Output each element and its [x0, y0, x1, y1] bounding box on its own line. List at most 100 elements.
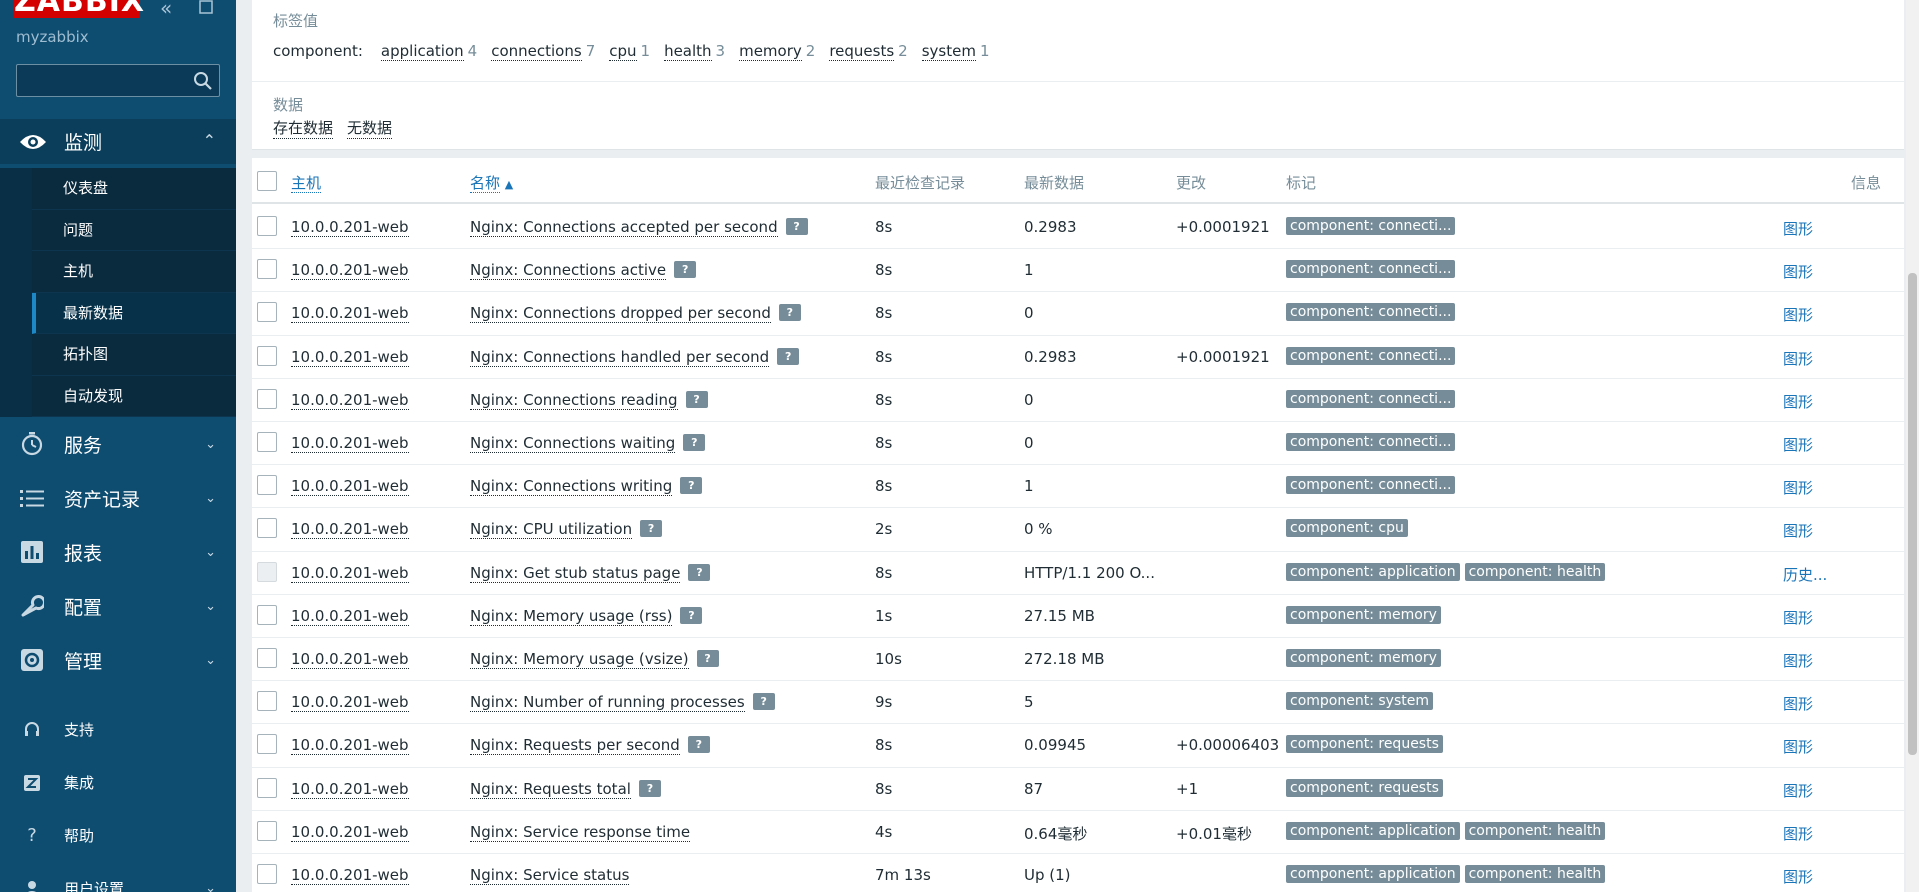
row-item-name[interactable]: Nginx: Connections reading? [470, 390, 708, 410]
row-host[interactable]: 10.0.0.201-web [291, 822, 409, 842]
row-graph-link[interactable]: 图形 [1783, 218, 1813, 239]
menu-configuration[interactable]: 配置 ⌄ [0, 579, 236, 633]
description-hint-icon[interactable]: ? [680, 606, 703, 624]
row-item-name[interactable]: Nginx: Number of running processes? [470, 693, 775, 713]
tag-value-connections[interactable]: connections 7 [491, 42, 595, 61]
row-item-name[interactable]: Nginx: Connections active? [470, 261, 697, 281]
row-checkbox[interactable] [257, 691, 277, 712]
menu-administration[interactable]: 管理 ⌄ [0, 633, 236, 687]
sidebar-search-input[interactable] [16, 64, 220, 97]
row-graph-link[interactable]: 图形 [1783, 391, 1813, 412]
submenu-item-problems[interactable]: 问题 [32, 209, 236, 251]
row-checkbox[interactable] [257, 388, 277, 409]
menu-reports[interactable]: 报表 ⌄ [0, 525, 236, 579]
row-host[interactable]: 10.0.0.201-web [291, 434, 409, 453]
row-graph-link[interactable]: 图形 [1783, 866, 1813, 887]
row-host[interactable]: 10.0.0.201-web [291, 261, 409, 281]
row-graph-link[interactable]: 图形 [1783, 477, 1813, 498]
submenu-item-hosts[interactable]: 主机 [32, 251, 236, 293]
tag-badge[interactable]: component: application [1286, 562, 1460, 581]
tag-badge[interactable]: component: health [1464, 562, 1606, 581]
menu-support[interactable]: 支持 [0, 703, 236, 756]
tag-badge[interactable]: component: health [1464, 865, 1606, 883]
select-all-checkbox[interactable] [257, 171, 277, 191]
submenu-item-discovery[interactable]: 自动发现 [32, 375, 236, 417]
row-graph-link[interactable]: 图形 [1783, 261, 1813, 282]
description-hint-icon[interactable]: ? [696, 650, 719, 667]
row-host[interactable]: 10.0.0.201-web [291, 520, 409, 540]
tag-badge[interactable]: component: requests [1286, 778, 1443, 797]
description-hint-icon[interactable]: ? [640, 520, 663, 538]
menu-services[interactable]: 服务 ⌄ [0, 417, 236, 471]
tag-value-health[interactable]: health 3 [664, 42, 725, 61]
menu-integrations[interactable]: 集成 [0, 756, 236, 809]
menu-user-settings[interactable]: 用户设置 ⌄ [0, 862, 236, 892]
page-scrollbar[interactable] [1906, 0, 1919, 892]
row-item-name[interactable]: Nginx: Connections dropped per second? [470, 304, 801, 324]
tag-badge[interactable]: component: system [1286, 692, 1433, 711]
menu-inventory[interactable]: 资产记录 ⌄ [0, 471, 236, 525]
row-item-name[interactable]: Nginx: Connections waiting? [470, 434, 706, 453]
row-checkbox[interactable] [257, 216, 277, 236]
row-host[interactable]: 10.0.0.201-web [291, 477, 409, 497]
description-hint-icon[interactable]: ? [777, 347, 800, 365]
description-hint-icon[interactable]: ? [778, 304, 801, 322]
search-icon[interactable] [193, 71, 213, 95]
submenu-item-latest-data[interactable]: 最新数据 [32, 292, 236, 334]
row-host[interactable]: 10.0.0.201-web [291, 650, 409, 669]
description-hint-icon[interactable]: ? [638, 779, 661, 797]
tag-badge[interactable]: component: connecti... [1286, 260, 1456, 279]
row-host[interactable]: 10.0.0.201-web [291, 347, 409, 367]
menu-help[interactable]: ? 帮助 [0, 809, 236, 862]
row-host[interactable]: 10.0.0.201-web [291, 736, 409, 756]
header-name[interactable]: 名称 ▲ [470, 172, 513, 193]
zabbix-logo[interactable]: ZABBIX [14, 0, 144, 18]
row-item-name[interactable]: Nginx: Service status [470, 866, 630, 885]
row-graph-link[interactable]: 图形 [1783, 780, 1813, 801]
description-hint-icon[interactable]: ? [785, 218, 808, 235]
tag-badge[interactable]: component: connecti... [1286, 217, 1456, 235]
tag-badge[interactable]: component: connecti... [1286, 476, 1456, 495]
row-item-name[interactable]: Nginx: Get stub status page? [470, 563, 711, 583]
data-option-with-data[interactable]: 存在数据 [273, 117, 334, 139]
row-item-name[interactable]: Nginx: Connections handled per second? [470, 347, 800, 367]
description-hint-icon[interactable]: ? [680, 477, 703, 495]
row-item-name[interactable]: Nginx: Connections accepted per second? [470, 218, 808, 237]
row-item-name[interactable]: Nginx: Requests per second? [470, 736, 710, 756]
row-host[interactable]: 10.0.0.201-web [291, 779, 409, 799]
description-hint-icon[interactable]: ? [685, 390, 708, 408]
kiosk-mode-icon[interactable] [198, 0, 214, 20]
row-graph-link[interactable]: 历史... [1783, 564, 1827, 585]
row-graph-link[interactable]: 图形 [1783, 693, 1813, 714]
tag-badge[interactable]: component: memory [1286, 649, 1441, 667]
description-hint-icon[interactable]: ? [683, 434, 706, 451]
row-graph-link[interactable]: 图形 [1783, 304, 1813, 325]
tag-badge[interactable]: component: cpu [1286, 519, 1408, 538]
row-checkbox[interactable] [257, 518, 277, 539]
row-checkbox[interactable] [257, 648, 277, 668]
row-item-name[interactable]: Nginx: Memory usage (vsize)? [470, 650, 719, 669]
row-checkbox[interactable] [257, 259, 277, 280]
row-host[interactable]: 10.0.0.201-web [291, 866, 409, 885]
row-host[interactable]: 10.0.0.201-web [291, 693, 409, 713]
tag-badge[interactable]: component: application [1286, 865, 1460, 883]
row-item-name[interactable]: Nginx: Service response time [470, 822, 691, 842]
row-graph-link[interactable]: 图形 [1783, 650, 1813, 671]
row-item-name[interactable]: Nginx: CPU utilization? [470, 520, 663, 540]
row-graph-link[interactable]: 图形 [1783, 520, 1813, 541]
row-checkbox[interactable] [257, 734, 277, 755]
row-graph-link[interactable]: 图形 [1783, 823, 1813, 844]
scrollbar-thumb[interactable] [1908, 273, 1917, 755]
submenu-item-maps[interactable]: 拓扑图 [32, 334, 236, 376]
row-graph-link[interactable]: 图形 [1783, 607, 1813, 628]
row-graph-link[interactable]: 图形 [1783, 736, 1813, 757]
tag-badge[interactable]: component: connecti... [1286, 433, 1456, 451]
menu-monitoring[interactable]: 监测 ⌃ [0, 119, 236, 164]
row-host[interactable]: 10.0.0.201-web [291, 563, 409, 583]
tag-badge[interactable]: component: connecti... [1286, 303, 1456, 322]
description-hint-icon[interactable]: ? [674, 261, 697, 279]
row-checkbox[interactable] [257, 604, 277, 625]
row-item-name[interactable]: Nginx: Requests total? [470, 779, 661, 799]
row-host[interactable]: 10.0.0.201-web [291, 390, 409, 410]
tag-badge[interactable]: component: health [1464, 821, 1606, 840]
